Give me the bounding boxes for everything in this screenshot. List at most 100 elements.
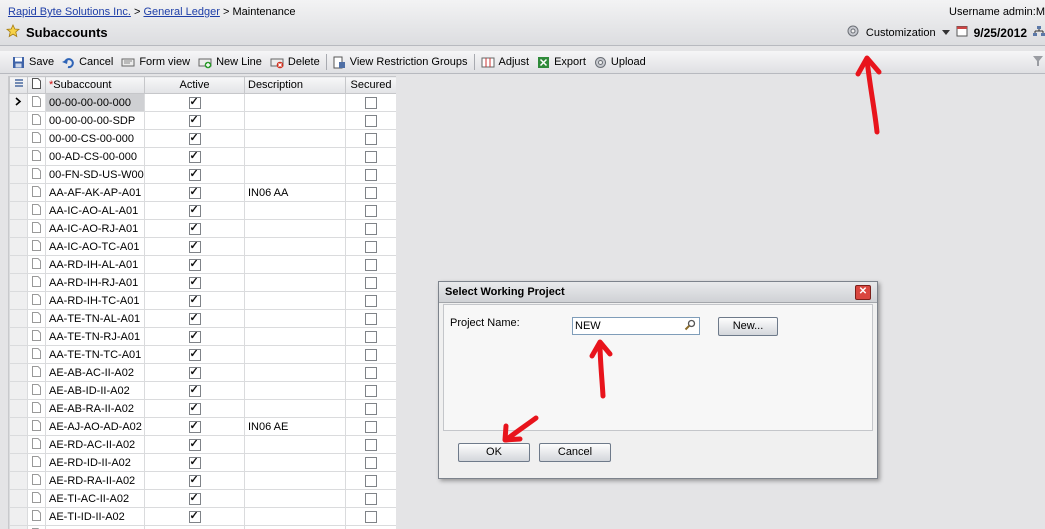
table-row[interactable]: AE-RD-ID-II-A02 (9, 453, 396, 472)
active-checkbox[interactable] (188, 95, 201, 109)
active-cell[interactable] (144, 291, 245, 310)
subaccount-cell[interactable]: AE-RD-RA-II-A02 (45, 471, 145, 490)
cancel-dialog-button[interactable]: Cancel (539, 443, 611, 462)
active-checkbox[interactable] (188, 419, 201, 433)
description-cell[interactable] (244, 165, 346, 184)
secured-cell[interactable] (345, 399, 396, 418)
secured-cell[interactable] (345, 453, 396, 472)
row-files-cell[interactable] (27, 237, 46, 256)
row-selector[interactable] (9, 345, 28, 364)
subaccount-cell[interactable]: AA-TE-TN-TC-A01 (45, 345, 145, 364)
secured-checkbox[interactable] (365, 492, 377, 505)
active-checkbox[interactable] (188, 455, 201, 469)
active-checkbox[interactable] (188, 365, 201, 379)
active-checkbox[interactable] (188, 311, 201, 325)
active-checkbox[interactable] (188, 131, 201, 145)
subaccount-cell[interactable]: 00-FN-SD-US-W00 (45, 165, 145, 184)
active-checkbox[interactable] (188, 383, 201, 397)
active-cell[interactable] (144, 453, 245, 472)
active-cell[interactable] (144, 471, 245, 490)
column-header-active[interactable]: Active (144, 76, 245, 94)
row-files-cell[interactable] (27, 183, 46, 202)
secured-cell[interactable] (345, 93, 396, 112)
row-selector[interactable] (9, 363, 28, 382)
row-files-cell[interactable] (27, 129, 46, 148)
row-selector[interactable] (9, 417, 28, 436)
breadcrumb-module-link[interactable]: General Ledger (143, 6, 219, 18)
table-row[interactable]: AA-TE-TN-TC-A01 (9, 345, 396, 364)
secured-checkbox[interactable] (365, 402, 377, 415)
description-cell[interactable] (244, 507, 346, 526)
table-row[interactable]: 00-AD-CS-00-000 (9, 147, 396, 166)
description-cell[interactable]: IN06 AE (244, 417, 346, 436)
table-row[interactable]: AA-IC-AO-AL-A01 (9, 201, 396, 220)
table-row[interactable]: AE-TI-RA-II-A02 (9, 525, 396, 529)
table-row[interactable]: 00-00-00-00-SDP (9, 111, 396, 130)
secured-checkbox[interactable] (365, 150, 377, 163)
secured-checkbox[interactable] (365, 438, 377, 451)
description-cell[interactable] (244, 129, 346, 148)
export-button[interactable]: Export (533, 52, 590, 72)
row-selector[interactable] (9, 489, 28, 508)
active-checkbox[interactable] (188, 509, 201, 523)
active-checkbox[interactable] (188, 221, 201, 235)
description-cell[interactable] (244, 201, 346, 220)
row-files-cell[interactable] (27, 471, 46, 490)
table-row[interactable]: AE-TI-ID-II-A02 (9, 507, 396, 526)
row-selector[interactable] (9, 399, 28, 418)
row-files-cell[interactable] (27, 93, 46, 112)
description-cell[interactable] (244, 471, 346, 490)
description-cell[interactable] (244, 453, 346, 472)
active-cell[interactable] (144, 219, 245, 238)
row-selector[interactable] (9, 255, 28, 274)
cancel-button[interactable]: Cancel (58, 52, 117, 72)
secured-checkbox[interactable] (365, 96, 377, 109)
secured-cell[interactable] (345, 525, 396, 529)
row-selector[interactable] (9, 201, 28, 220)
row-selector[interactable] (9, 93, 28, 112)
active-cell[interactable] (144, 435, 245, 454)
row-selector[interactable] (9, 381, 28, 400)
subaccount-cell[interactable]: 00-00-00-00-000 (45, 93, 145, 112)
secured-cell[interactable] (345, 381, 396, 400)
row-selector[interactable] (9, 525, 28, 529)
active-cell[interactable] (144, 417, 245, 436)
active-cell[interactable] (144, 363, 245, 382)
table-row[interactable]: AA-RD-IH-AL-A01 (9, 255, 396, 274)
project-name-input[interactable] (572, 317, 700, 335)
secured-cell[interactable] (345, 129, 396, 148)
column-header-description[interactable]: Description (244, 76, 346, 94)
secured-checkbox[interactable] (365, 294, 377, 307)
active-cell[interactable] (144, 507, 245, 526)
close-icon[interactable]: ✕ (855, 285, 871, 300)
table-row[interactable]: AA-IC-AO-RJ-A01 (9, 219, 396, 238)
row-selector[interactable] (9, 507, 28, 526)
row-files-cell[interactable] (27, 291, 46, 310)
ok-button[interactable]: OK (458, 443, 530, 462)
row-files-cell[interactable] (27, 489, 46, 508)
active-checkbox[interactable] (188, 275, 201, 289)
active-checkbox[interactable] (188, 293, 201, 307)
description-cell[interactable]: IN06 AA (244, 183, 346, 202)
row-files-cell[interactable] (27, 219, 46, 238)
active-cell[interactable] (144, 399, 245, 418)
subaccount-cell[interactable]: 00-00-CS-00-000 (45, 129, 145, 148)
secured-cell[interactable] (345, 489, 396, 508)
active-checkbox[interactable] (188, 149, 201, 163)
active-cell[interactable] (144, 255, 245, 274)
row-selector[interactable] (9, 219, 28, 238)
secured-checkbox[interactable] (365, 474, 377, 487)
business-date[interactable]: 9/25/2012 (974, 26, 1027, 40)
delete-button[interactable]: Delete (266, 52, 324, 72)
active-cell[interactable] (144, 345, 245, 364)
table-row[interactable]: 00-00-CS-00-000 (9, 129, 396, 148)
active-cell[interactable] (144, 183, 245, 202)
description-cell[interactable] (244, 111, 346, 130)
secured-cell[interactable] (345, 417, 396, 436)
column-header-subaccount[interactable]: *Subaccount (45, 76, 145, 94)
calendar-icon[interactable] (956, 25, 968, 40)
secured-cell[interactable] (345, 345, 396, 364)
secured-checkbox[interactable] (365, 384, 377, 397)
new-line-button[interactable]: New Line (194, 52, 266, 72)
secured-checkbox[interactable] (365, 222, 377, 235)
